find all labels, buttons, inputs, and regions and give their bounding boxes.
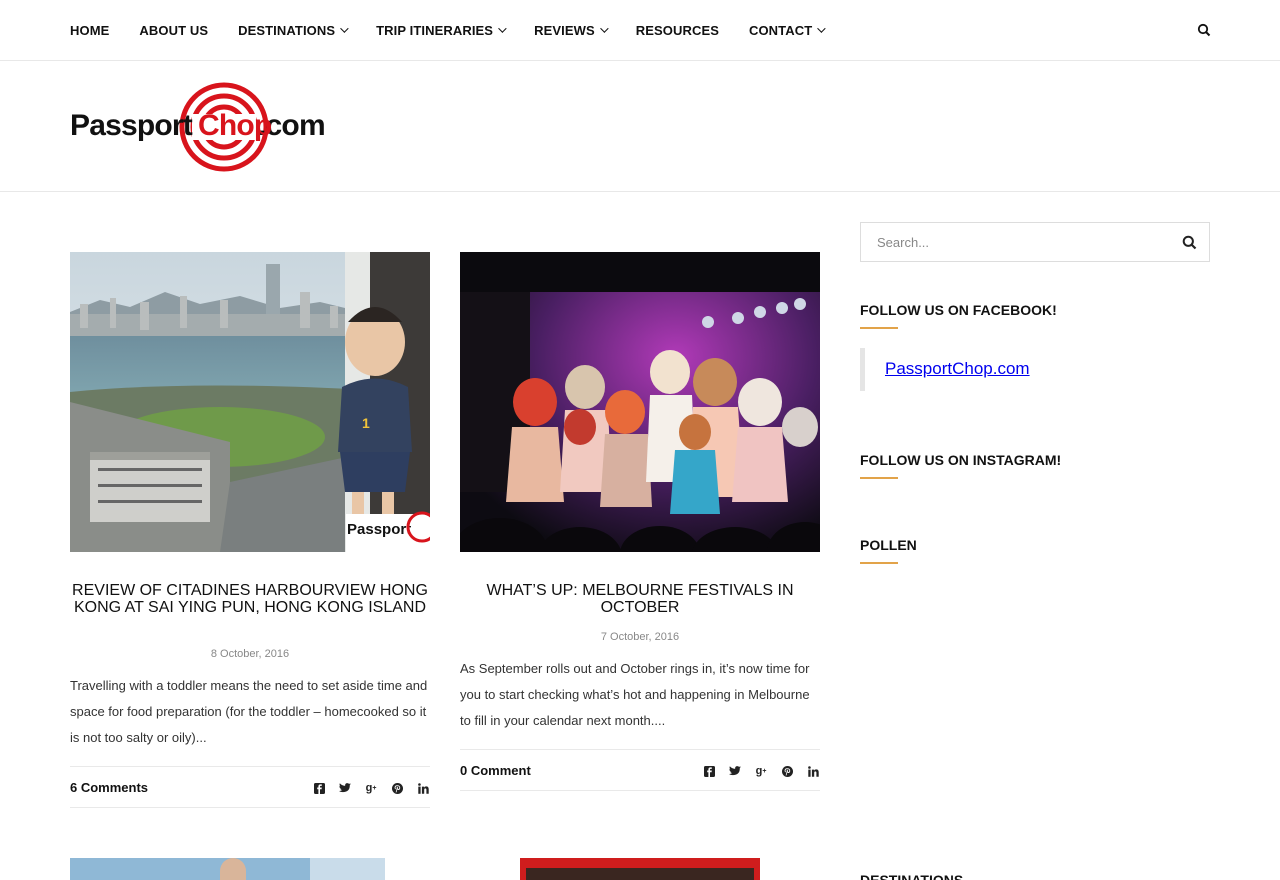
post-meta-bar: 6 Comments g + [70,766,430,808]
hong-kong-harbour-photo: 1 Passport [70,252,430,552]
chevron-down-icon [817,24,826,33]
photo-detail [526,868,754,880]
google-plus-icon[interactable]: g + [364,781,378,795]
comments-link[interactable]: 6 Comments [70,780,148,795]
widget-title-facebook: FOLLOW US ON FACEBOOK! [860,302,1057,318]
photo-detail [220,858,246,880]
post-meta-bar: 0 Comment g + [460,749,820,791]
nav-item-contact[interactable]: CONTACT [748,22,826,38]
facebook-widget: PassportChop.com [860,348,1160,391]
linkedin-icon[interactable] [806,764,820,778]
post-date: 8 October, 2016 [210,648,290,660]
nav-label: HOME [70,22,110,38]
post-date: 7 October, 2016 [600,631,680,643]
chevron-down-icon [498,24,507,33]
facebook-icon[interactable] [702,764,716,778]
post-thumbnail[interactable] [520,858,760,880]
twitter-icon[interactable] [338,781,352,795]
svg-text:1: 1 [362,415,370,431]
nav-label: REVIEWS [534,22,595,38]
facebook-icon[interactable] [312,781,326,795]
nav-item-trip-itineraries[interactable]: TRIP ITINERARIES [376,22,507,38]
nav-label: TRIP ITINERARIES [376,22,494,38]
post-thumbnail[interactable] [70,858,385,880]
google-plus-icon[interactable]: g + [754,764,768,778]
post-thumbnail[interactable]: 1 Passport [70,252,430,552]
widget-title-instagram: FOLLOW US ON INSTAGRAM! [860,452,1062,468]
post-excerpt: Travelling with a toddler means the need… [70,678,428,745]
chevron-down-icon [340,24,349,33]
post-card: 1 Passport REVIEW OF CITADINES HARBOURVI… [70,252,430,812]
top-navigation: HOME ABOUT US DESTINATIONS TRIP ITINERAR… [0,0,1280,61]
nav-label: DESTINATIONS [238,22,336,38]
pinterest-icon[interactable] [780,764,794,778]
chevron-down-icon [599,24,609,33]
nav-item-destinations[interactable]: DESTINATIONS [238,22,349,38]
logo-text-chop: Chop [198,109,272,142]
nav-label: RESOURCES [635,22,719,38]
site-logo[interactable]: Passport Chop .com [70,81,326,173]
facebook-page-link[interactable]: PassportChop.com [885,359,1030,379]
comments-link[interactable]: 0 Comment [460,763,531,778]
nav-item-about-us[interactable]: ABOUT US [139,23,208,38]
linkedin-icon[interactable] [416,781,430,795]
pinterest-icon[interactable] [390,781,404,795]
main-menu: HOME ABOUT US DESTINATIONS TRIP ITINERAR… [70,0,853,60]
post-title[interactable]: REVIEW OF CITADINES HARBOURVIEW HONG KON… [70,582,430,616]
logo-text-passport: Passport [70,109,193,142]
nav-label: ABOUT US [139,22,209,38]
post-excerpt: As September rolls out and October rings… [460,661,810,728]
post-thumbnail[interactable] [460,252,820,552]
post-card: WHAT’S UP: MELBOURNE FESTIVALS IN OCTOBE… [460,252,820,792]
nav-item-resources[interactable]: RESOURCES [636,23,719,38]
photo-watermark: Passport [347,521,411,538]
nav-label: CONTACT [748,22,813,38]
sidebar-search [860,222,1210,262]
nav-item-reviews[interactable]: REVIEWS [534,22,609,38]
photo-detail [310,858,385,880]
widget-underline [860,327,898,329]
widget-title-destinations: DESTINATIONS [860,872,964,880]
widget-underline [860,562,898,564]
search-input[interactable] [861,223,1171,261]
twitter-icon[interactable] [728,764,742,778]
share-buttons: g + [312,781,430,795]
stage-performers-photo [460,252,820,552]
widget-title-pollen: POLLEN [860,537,917,553]
search-icon[interactable] [1182,235,1197,250]
nav-item-home[interactable]: HOME [70,23,109,38]
post-title[interactable]: WHAT’S UP: MELBOURNE FESTIVALS IN OCTOBE… [460,582,820,616]
widget-underline [860,477,898,479]
search-icon[interactable] [1197,23,1211,37]
site-header: Passport Chop .com [0,61,1280,192]
share-buttons: g + [702,764,820,778]
